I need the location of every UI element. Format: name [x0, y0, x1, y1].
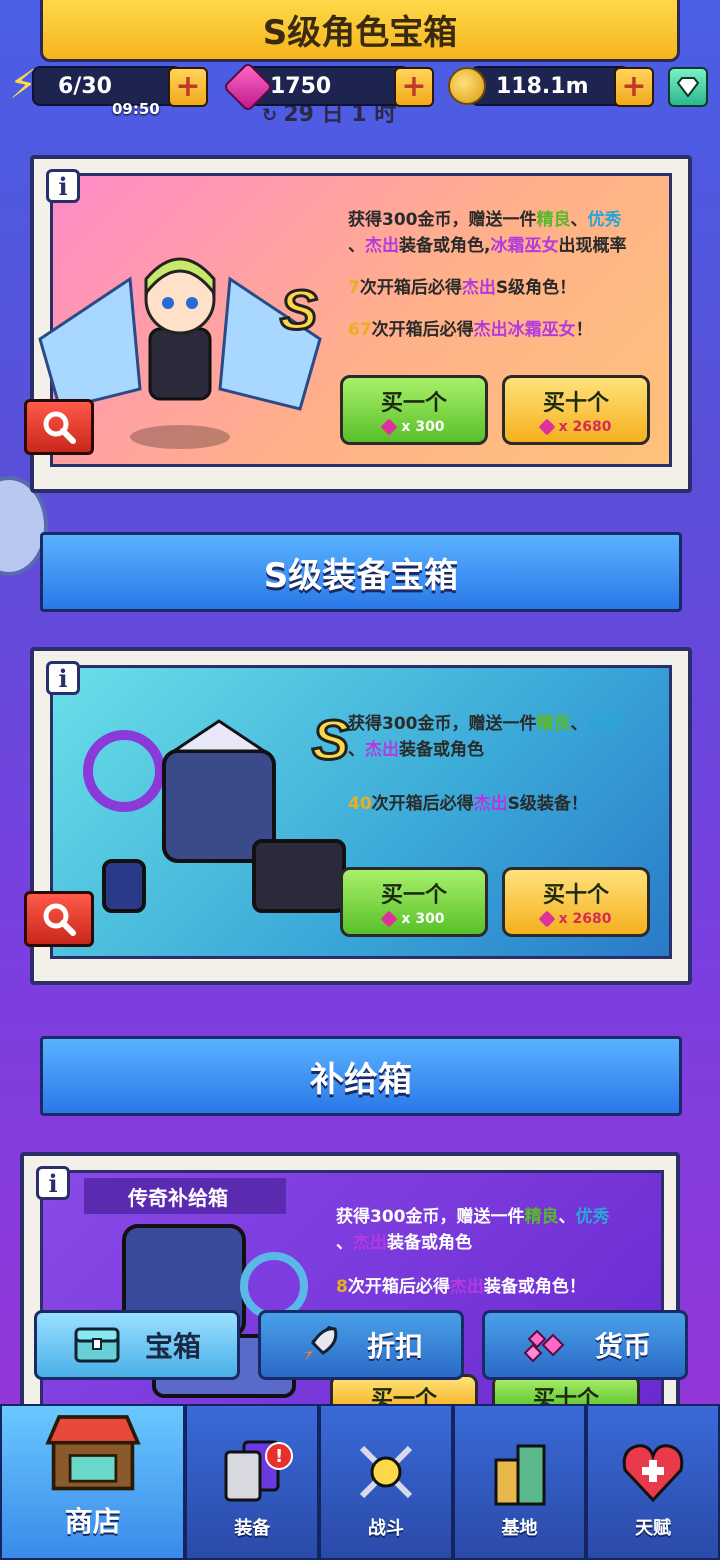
resource-bar: 6/30 ⚡ 09:50 + 1750 + 118.1m +	[8, 61, 712, 118]
chest-description: 获得300金币，赠送一件精良、优秀 、杰出装备或角色,冰霜巫女出现概率 7次开箱…	[348, 210, 627, 340]
heart-shield-icon	[622, 1444, 684, 1503]
gem-icon	[380, 910, 398, 928]
gems-pile-icon	[523, 1329, 565, 1363]
energy-icon: ⚡	[8, 62, 38, 108]
buy-ten-button[interactable]: 买十个 x 2680	[502, 375, 650, 445]
rocket-icon	[302, 1325, 338, 1361]
buy-one-button[interactable]: 买一个 x 300	[340, 375, 488, 445]
nav-equipment[interactable]: ! 装备	[185, 1404, 320, 1560]
equipment-set-art: S	[83, 707, 351, 913]
supply-chest-title: 补给箱	[40, 1036, 682, 1116]
add-gems-button[interactable]: +	[394, 67, 434, 107]
info-button[interactable]: i	[46, 661, 80, 695]
svg-text:S: S	[280, 278, 317, 341]
page-title: S级角色宝箱	[40, 0, 680, 62]
chest-description: 获得300金币，赠送一件精良、优秀 、杰出装备或角色 40次开箱后必得杰出S级装…	[348, 714, 622, 814]
tab-chests[interactable]: 宝箱	[34, 1310, 240, 1380]
nav-base[interactable]: 基地	[452, 1404, 587, 1560]
shop-icon	[45, 1415, 141, 1491]
gem-icon	[380, 418, 398, 436]
nav-talent[interactable]: 天赋	[586, 1404, 720, 1560]
info-button[interactable]: i	[36, 1166, 70, 1200]
gem-icon	[538, 910, 556, 928]
preview-button[interactable]	[24, 399, 94, 455]
nav-battle[interactable]: 战斗	[319, 1404, 453, 1560]
nav-shop[interactable]: 商店	[0, 1404, 186, 1560]
chest-icon	[74, 1327, 120, 1363]
vip-diamond-button[interactable]	[668, 67, 708, 107]
coin-counter: 118.1m	[470, 66, 630, 106]
magnifier-icon	[43, 903, 76, 936]
chest-description: 获得300金币，赠送一件精良、优秀 、杰出装备或角色 8次开箱后必得杰出装备或角…	[336, 1207, 610, 1297]
add-energy-button[interactable]: +	[168, 67, 208, 107]
buy-ten-button[interactable]: 买十个 x 2680	[502, 867, 650, 937]
equipment-chest-card: i S 获得300金币，赠送一件精良、优秀 、杰出装备或角色 40次开箱后必得杰…	[24, 647, 692, 985]
notification-badge: !	[265, 1442, 294, 1470]
equipment-chest-title: S级装备宝箱	[40, 532, 682, 612]
magnifier-icon	[43, 411, 76, 444]
info-button[interactable]: i	[46, 169, 80, 203]
character-chest-card: i S 获得300金币，赠送一件精良、优秀 、杰出装备或角色,冰霜巫女出现概率 …	[24, 155, 692, 493]
coin-icon	[448, 67, 486, 105]
buy-one-button[interactable]: 买一个 x 300	[340, 867, 488, 937]
gem-icon	[538, 418, 556, 436]
tab-discount[interactable]: 折扣	[258, 1310, 464, 1380]
add-coins-button[interactable]: +	[614, 67, 654, 107]
building-icon	[494, 1444, 546, 1506]
tab-currency[interactable]: 货币	[482, 1310, 688, 1380]
diamond-icon	[676, 77, 700, 97]
crossed-swords-icon	[359, 1445, 413, 1499]
energy-timer: 09:50	[112, 100, 160, 118]
chest-name: 传奇补给箱	[84, 1178, 286, 1214]
svg-text:S: S	[312, 708, 349, 771]
preview-button[interactable]	[24, 891, 94, 947]
bottom-nav: 商店 ! 装备 战斗 基地 天赋	[0, 1404, 720, 1560]
